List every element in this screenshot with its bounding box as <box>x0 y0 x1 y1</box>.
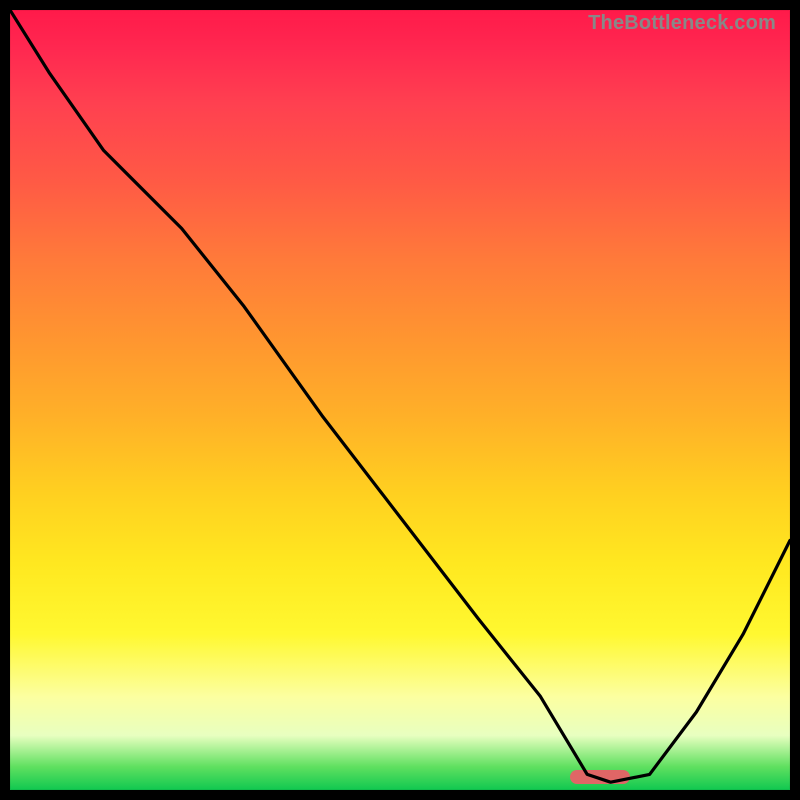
chart-plot-area: TheBottleneck.com <box>10 10 790 790</box>
bottleneck-curve <box>10 10 790 790</box>
watermark-text: TheBottleneck.com <box>588 12 776 35</box>
